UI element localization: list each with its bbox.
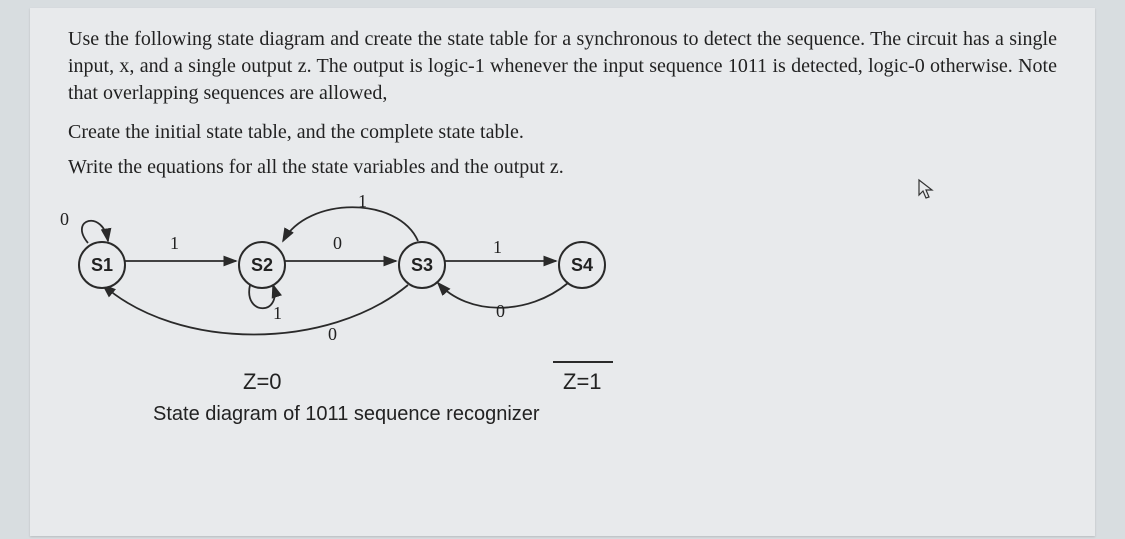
document-page: Use the following state diagram and crea… (30, 8, 1095, 536)
diagram-caption: State diagram of 1011 sequence recognize… (153, 403, 540, 426)
edge-label-s1-self: 0 (60, 209, 69, 230)
z-divider (553, 361, 613, 363)
problem-paragraph-3: Write the equations for all the state va… (68, 156, 1057, 179)
state-s4: S4 (558, 241, 606, 289)
output-z1: Z=1 (563, 369, 602, 395)
state-s3: S3 (398, 241, 446, 289)
edge-label-s1-s2: 1 (170, 233, 179, 254)
edge-label-s4-s3: 0 (496, 301, 505, 322)
cursor-icon (917, 178, 935, 206)
problem-paragraph-2: Create the initial state table, and the … (68, 121, 1057, 144)
diagram-arrows (48, 191, 748, 421)
problem-paragraph-1: Use the following state diagram and crea… (68, 26, 1057, 107)
output-z0: Z=0 (243, 369, 282, 395)
edge-label-top-arc: 1 (358, 191, 367, 212)
state-diagram: S1 S2 S3 S4 0 1 0 1 1 1 0 0 Z=0 Z=1 Stat… (48, 191, 748, 421)
state-s2: S2 (238, 241, 286, 289)
edge-label-s3-s4: 1 (493, 237, 502, 258)
state-s1: S1 (78, 241, 126, 289)
edge-label-s2-s3: 0 (333, 233, 342, 254)
edge-label-s3-s1: 0 (328, 324, 337, 345)
edge-label-s2-self: 1 (273, 303, 282, 324)
